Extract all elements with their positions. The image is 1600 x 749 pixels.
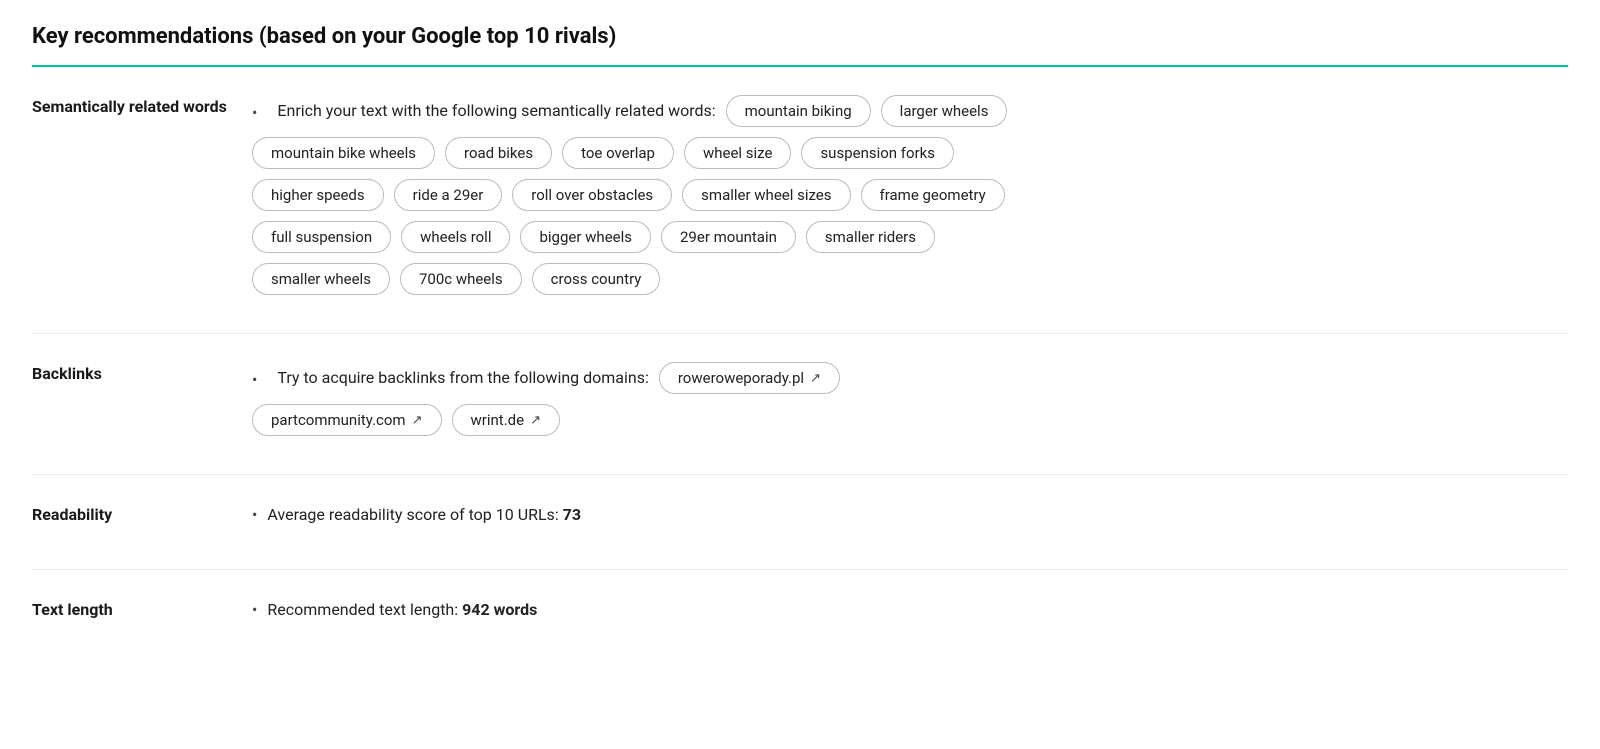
text-length-content: • Recommended text length: 942 words xyxy=(252,598,1568,636)
page-container: Key recommendations (based on your Googl… xyxy=(0,0,1600,688)
bullet-backlinks: • xyxy=(252,370,257,389)
bullet-semantic: • xyxy=(252,103,257,122)
bullet-readability: • xyxy=(252,505,257,524)
tag-smaller-wheels[interactable]: smaller wheels xyxy=(252,263,390,295)
text-length-value: 942 words xyxy=(462,600,537,619)
section-text-length: Text length • Recommended text length: 9… xyxy=(32,570,1568,664)
bullet-text-length: • xyxy=(252,600,257,619)
backlink-wrint-text: wrint.de xyxy=(471,411,525,429)
tag-higher-speeds[interactable]: higher speeds xyxy=(252,179,384,211)
section-semantic-words: Semantically related words • Enrich your… xyxy=(32,67,1568,334)
section-readability: Readability • Average readability score … xyxy=(32,475,1568,570)
semantic-row4: full suspension wheels roll bigger wheel… xyxy=(252,221,1568,253)
text-length-row: • Recommended text length: 942 words xyxy=(252,598,1568,622)
tag-roll-over-obstacles[interactable]: roll over obstacles xyxy=(512,179,672,211)
backlink-wrint[interactable]: wrint.de ↗ xyxy=(452,404,560,436)
page-title: Key recommendations (based on your Googl… xyxy=(32,24,1568,67)
backlinks-intro: Try to acquire backlinks from the follow… xyxy=(277,366,648,390)
readability-content: • Average readability score of top 10 UR… xyxy=(252,503,1568,541)
backlinks-first-row: • Try to acquire backlinks from the foll… xyxy=(252,362,1568,394)
tag-ride-a-29er[interactable]: ride a 29er xyxy=(394,179,503,211)
tag-wheel-size[interactable]: wheel size xyxy=(684,137,791,169)
tag-mountain-bike-wheels[interactable]: mountain bike wheels xyxy=(252,137,435,169)
semantic-content: • Enrich your text with the following se… xyxy=(252,95,1568,305)
tag-frame-geometry[interactable]: frame geometry xyxy=(861,179,1005,211)
text-length-intro: Recommended text length: xyxy=(267,600,458,619)
section-backlinks: Backlinks • Try to acquire backlinks fro… xyxy=(32,334,1568,475)
external-link-icon-3: ↗ xyxy=(530,413,541,428)
tag-29er-mountain[interactable]: 29er mountain xyxy=(661,221,796,253)
semantic-row2: mountain bike wheels road bikes toe over… xyxy=(252,137,1568,169)
tag-suspension-forks[interactable]: suspension forks xyxy=(801,137,954,169)
backlink-partcommunity-text: partcommunity.com xyxy=(271,411,406,429)
tag-smaller-wheel-sizes[interactable]: smaller wheel sizes xyxy=(682,179,850,211)
tag-smaller-riders[interactable]: smaller riders xyxy=(806,221,935,253)
tag-road-bikes[interactable]: road bikes xyxy=(445,137,552,169)
section-label-text-length: Text length xyxy=(32,598,252,619)
tag-wheels-roll[interactable]: wheels roll xyxy=(401,221,510,253)
tag-700c-wheels[interactable]: 700c wheels xyxy=(400,263,522,295)
semantic-intro: Enrich your text with the following sema… xyxy=(277,99,715,123)
backlinks-row2: partcommunity.com ↗ wrint.de ↗ xyxy=(252,404,1568,436)
readability-row: • Average readability score of top 10 UR… xyxy=(252,503,1568,527)
backlink-roweroweporady[interactable]: roweroweporady.pl ↗ xyxy=(659,362,840,394)
tag-full-suspension[interactable]: full suspension xyxy=(252,221,391,253)
tag-toe-overlap[interactable]: toe overlap xyxy=(562,137,674,169)
external-link-icon-2: ↗ xyxy=(412,413,423,428)
backlink-partcommunity[interactable]: partcommunity.com ↗ xyxy=(252,404,442,436)
readability-score: 73 xyxy=(563,505,581,524)
semantic-row5: smaller wheels 700c wheels cross country xyxy=(252,263,1568,295)
section-label-semantic: Semantically related words xyxy=(32,95,252,116)
section-label-readability: Readability xyxy=(32,503,252,524)
section-label-backlinks: Backlinks xyxy=(32,362,252,383)
tag-cross-country[interactable]: cross country xyxy=(532,263,661,295)
semantic-row3: higher speeds ride a 29er roll over obst… xyxy=(252,179,1568,211)
readability-intro: Average readability score of top 10 URLs… xyxy=(267,505,558,524)
tag-mountain-biking[interactable]: mountain biking xyxy=(726,95,871,127)
tag-larger-wheels[interactable]: larger wheels xyxy=(881,95,1008,127)
backlinks-content: • Try to acquire backlinks from the foll… xyxy=(252,362,1568,446)
tag-bigger-wheels[interactable]: bigger wheels xyxy=(520,221,651,253)
external-link-icon-1: ↗ xyxy=(810,371,821,386)
backlink-roweroweporady-text: roweroweporady.pl xyxy=(678,369,804,387)
readability-text: Average readability score of top 10 URLs… xyxy=(267,503,581,527)
text-length-text: Recommended text length: 942 words xyxy=(267,598,537,622)
semantic-first-row: • Enrich your text with the following se… xyxy=(252,95,1568,127)
